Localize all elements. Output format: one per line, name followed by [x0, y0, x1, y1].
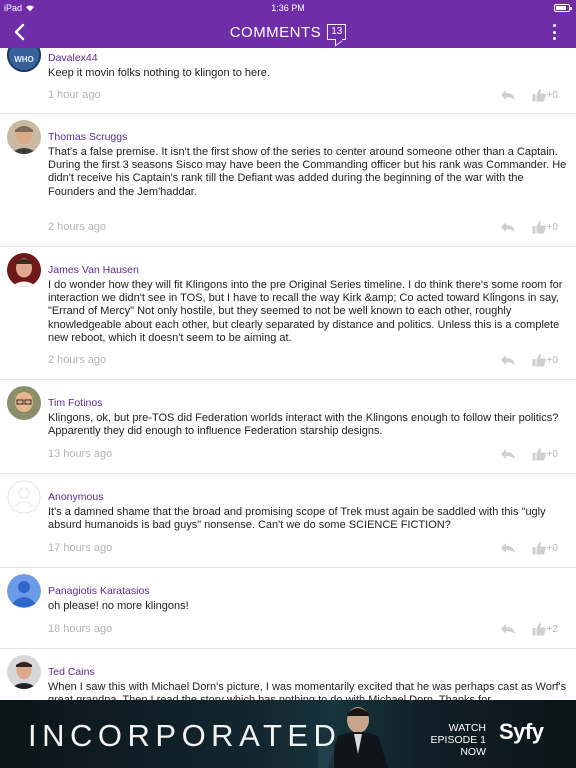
- comment-timestamp: 17 hours ago: [48, 542, 113, 554]
- like-count: +0: [546, 448, 558, 460]
- comment-text: I do wonder how they will fit Klingons i…: [48, 279, 563, 344]
- thumbs-up-icon[interactable]: [532, 541, 546, 555]
- comment-text: It's a damned shame that the broad and p…: [48, 506, 546, 532]
- reply-icon[interactable]: [500, 354, 516, 366]
- reply-icon[interactable]: [500, 542, 516, 554]
- reply-icon[interactable]: [500, 623, 516, 635]
- ad-cta-line-2: EPISODE 1 NOW: [430, 734, 486, 758]
- reply-icon[interactable]: [500, 448, 516, 460]
- avatar: [7, 386, 41, 420]
- comment-author[interactable]: Thomas Scruggs: [48, 131, 127, 143]
- default-person-avatar-icon: [7, 574, 41, 608]
- thumbs-up-icon[interactable]: [532, 447, 546, 461]
- comment-item: Tim Fotinos Klingons, ok, but pre-TOS di…: [0, 380, 576, 474]
- comment-author[interactable]: Anonymous: [48, 491, 103, 503]
- comment-item: WHO Davalex44 Keep it movin folks nothin…: [0, 48, 576, 114]
- comment-author[interactable]: Ted Cains: [48, 666, 95, 678]
- comment-item: Panagiotis Karatasios oh please! no more…: [0, 568, 576, 649]
- svg-text:WHO: WHO: [14, 55, 34, 64]
- status-time: 1:36 PM: [271, 3, 305, 13]
- comment-text: Klingons, ok, but pre-TOS did Federation…: [48, 412, 559, 438]
- comments-header: COMMENTS 13: [0, 16, 576, 48]
- header-title-group: COMMENTS 13: [0, 16, 576, 48]
- ad-cta-line-1: WATCH: [448, 722, 486, 734]
- like-count: +0: [546, 221, 558, 233]
- comment-timestamp: 1 hour ago: [48, 89, 101, 101]
- comment-actions: +0: [500, 220, 558, 234]
- ad-banner[interactable]: INCORPORATED WATCH EPISODE 1 NOW Syfy: [0, 700, 576, 768]
- comment-text: oh please! no more klingons!: [48, 600, 189, 612]
- avatar: [7, 120, 41, 154]
- comment-timestamp: 2 hours ago: [48, 221, 107, 233]
- comment-author[interactable]: James Van Hausen: [48, 264, 139, 276]
- comment-timestamp: 18 hours ago: [48, 623, 113, 635]
- comment-count-badge: 13: [327, 24, 347, 40]
- app-root: iPad 1:36 PM COMMENTS 13 WHO Davalex44 K…: [0, 0, 576, 768]
- battery-icon: [554, 4, 572, 12]
- comment-author[interactable]: Tim Fotinos: [48, 397, 102, 409]
- comment-timestamp: 2 hours ago: [48, 354, 107, 366]
- thumbs-up-icon[interactable]: [532, 88, 546, 102]
- comment-actions: +2: [500, 622, 558, 636]
- comment-item: Ted Cains When I saw this with Michael D…: [0, 649, 576, 700]
- like-count: +0: [546, 542, 558, 554]
- comment-item: James Van Hausen I do wonder how they wi…: [0, 247, 576, 380]
- like-count: +0: [546, 354, 558, 366]
- comment-actions: +0: [500, 447, 558, 461]
- comment-actions: +0: [500, 353, 558, 367]
- avatar: WHO: [7, 48, 41, 72]
- anonymous-avatar-icon: [7, 480, 41, 514]
- comment-actions: +0: [500, 88, 558, 102]
- reply-icon[interactable]: [500, 89, 516, 101]
- thumbs-up-icon[interactable]: [532, 220, 546, 234]
- more-options-icon[interactable]: [550, 24, 558, 40]
- comment-item: Thomas Scruggs That's a false premise. I…: [0, 114, 576, 247]
- reply-icon[interactable]: [500, 221, 516, 233]
- comment-author[interactable]: Davalex44: [48, 52, 98, 64]
- comment-author[interactable]: Panagiotis Karatasios: [48, 585, 150, 597]
- ad-call-to-action: WATCH EPISODE 1 NOW: [404, 722, 486, 758]
- comment-text: When I saw this with Michael Dorn's pict…: [48, 681, 567, 700]
- avatar: [7, 655, 41, 689]
- comment-actions: +0: [500, 541, 558, 555]
- comment-list: WHO Davalex44 Keep it movin folks nothin…: [0, 48, 576, 700]
- comment-text: Keep it movin folks nothing to klingon t…: [48, 67, 270, 79]
- page-title: COMMENTS: [229, 23, 322, 41]
- status-bar: iPad 1:36 PM: [0, 0, 576, 16]
- avatar: [7, 253, 41, 287]
- comment-item: Anonymous It's a damned shame that the b…: [0, 474, 576, 568]
- thumbs-up-icon[interactable]: [532, 353, 546, 367]
- thumbs-up-icon[interactable]: [532, 622, 546, 636]
- comment-timestamp: 13 hours ago: [48, 448, 113, 460]
- ad-brand-title: INCORPORATED: [28, 718, 342, 753]
- comment-text: That's a false premise. It isn't the fir…: [48, 146, 567, 198]
- ad-network-logo: Syfy: [499, 719, 544, 744]
- like-count: +2: [546, 623, 558, 635]
- like-count: +0: [546, 89, 558, 101]
